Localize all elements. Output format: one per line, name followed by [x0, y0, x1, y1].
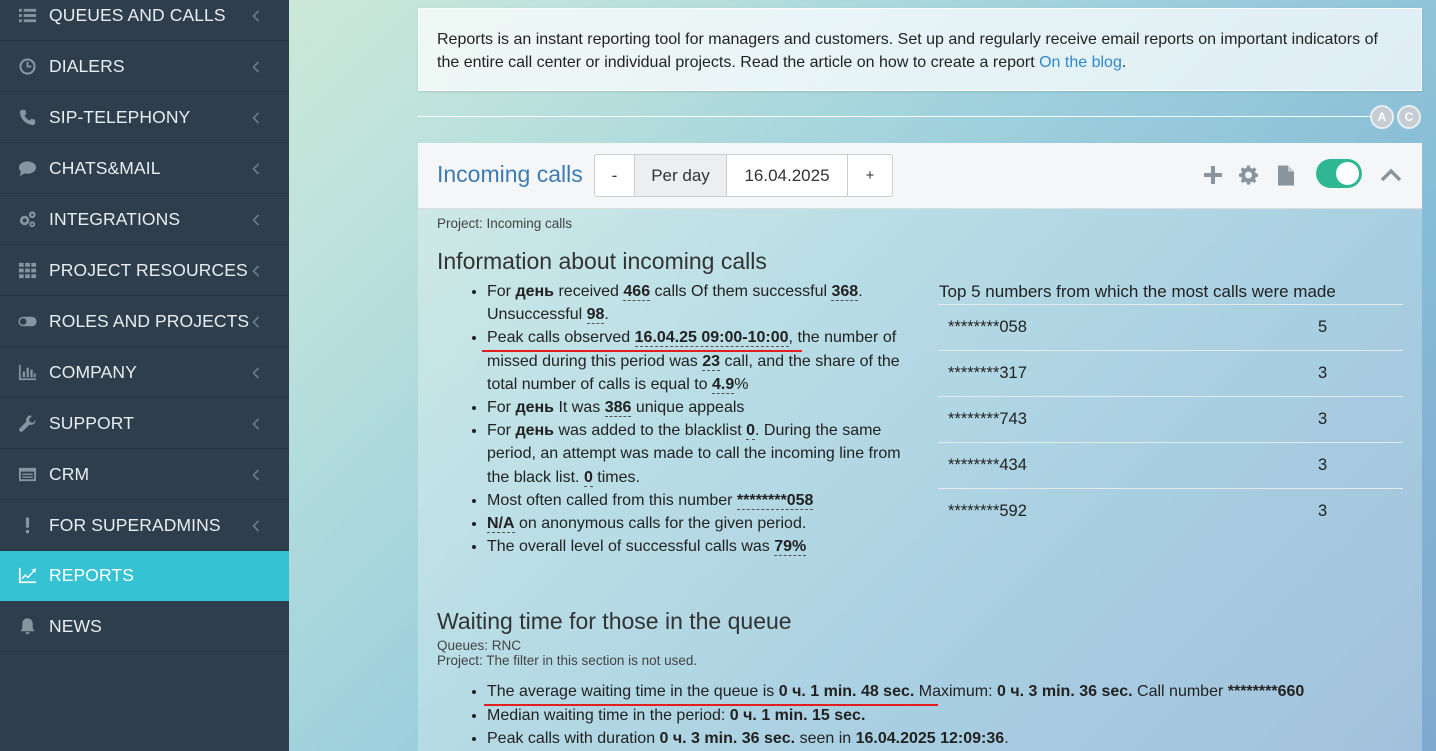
sidebar-item-label: SIP-TELEPHONY — [49, 107, 191, 127]
report-toggle[interactable] — [1316, 159, 1362, 188]
waiting-stats-list: The average waiting time in the queue is… — [487, 680, 1417, 751]
list-item: The overall level of successful calls wa… — [487, 535, 907, 558]
window-icon — [17, 465, 37, 485]
sidebar-item-integrations[interactable]: INTEGRATIONS — [0, 195, 289, 245]
sidebar-item-label: ROLES AND PROJECTS — [49, 311, 250, 331]
waiting-project-label: Project: The filter in this section is n… — [437, 653, 698, 668]
chevron-left-icon — [252, 111, 262, 124]
panel-title: Incoming calls — [437, 161, 583, 187]
gears-icon — [17, 210, 37, 230]
phone-icon — [17, 108, 37, 128]
list-item: Peak calls with duration 0 ч. 3 min. 36 … — [487, 727, 1417, 751]
sidebar-item-label: FOR SUPERADMINS — [49, 515, 221, 535]
table-row: ********434 3 — [938, 442, 1403, 488]
previous-period-button[interactable]: - — [595, 155, 635, 196]
list-item: N/A on anonymous calls for the given per… — [487, 512, 907, 535]
list-item: For день received 466 calls Of them succ… — [487, 280, 907, 326]
incoming-stats-list: For день received 466 calls Of them succ… — [487, 280, 907, 558]
chevron-left-icon — [252, 366, 262, 379]
info-suffix: . — [1121, 54, 1127, 71]
bar-chart-icon — [17, 363, 37, 383]
sidebar-item-label: QUEUES AND CALLS — [49, 5, 226, 25]
circle-button-a[interactable]: A — [1370, 105, 1394, 129]
project-label: Project: Incoming calls — [437, 216, 573, 231]
wrench-icon — [17, 414, 37, 434]
sidebar-item-queues-and-calls[interactable]: QUEUES AND CALLS — [0, 0, 289, 41]
chevron-left-icon — [252, 264, 262, 277]
period-selector: - Per day 16.04.2025 + — [594, 154, 893, 197]
clock-icon — [17, 57, 37, 77]
chevron-up-icon[interactable] — [1380, 164, 1402, 186]
list-item: Median waiting time in the period: 0 ч. … — [487, 704, 1417, 728]
chevron-left-icon — [252, 468, 262, 481]
line-chart-icon — [17, 566, 37, 586]
chevron-left-icon — [252, 519, 262, 532]
sidebar-item-project-resources[interactable]: PROJECT RESOURCES — [0, 246, 289, 296]
sidebar-item-sip-telephony[interactable]: SIP-TELEPHONY — [0, 93, 289, 143]
chevron-left-icon — [252, 417, 262, 430]
section-divider — [418, 116, 1378, 117]
table-row: ********317 3 — [938, 350, 1403, 396]
sidebar-item-company[interactable]: COMPANY — [0, 348, 289, 398]
chevron-left-icon — [252, 162, 262, 175]
sidebar-item-reports[interactable]: REPORTS — [0, 551, 289, 601]
period-select[interactable]: Per day — [635, 155, 727, 196]
sidebar-item-dialers[interactable]: DIALERS — [0, 42, 289, 92]
exclamation-icon — [17, 516, 37, 536]
sidebar-item-crm[interactable]: CRM — [0, 450, 289, 500]
sidebar-item-label: COMPANY — [49, 362, 137, 382]
circle-button-c[interactable]: C — [1397, 105, 1421, 129]
chevron-left-icon — [252, 315, 262, 328]
report-panel: Incoming calls - Per day 16.04.2025 + Pr… — [418, 143, 1422, 751]
sidebar-item-roles-and-projects[interactable]: ROLES AND PROJECTS — [0, 297, 289, 347]
toggle-knob — [1336, 162, 1359, 185]
chat-icon — [17, 159, 37, 179]
list-item: For день It was 386 unique appeals — [487, 396, 907, 419]
list-icon — [17, 6, 37, 26]
date-field[interactable]: 16.04.2025 — [727, 155, 848, 196]
red-underline-peak — [482, 350, 802, 352]
sidebar-item-label: CHATS&MAIL — [49, 158, 161, 178]
list-item: Most often called from this number *****… — [487, 489, 907, 512]
add-icon[interactable] — [1202, 164, 1224, 186]
queues-label: Queues: RNC — [437, 638, 522, 653]
gear-icon[interactable] — [1238, 164, 1260, 186]
info-banner: Reports is an instant reporting tool for… — [418, 8, 1422, 91]
sidebar-item-label: CRM — [49, 464, 90, 484]
sidebar-item-label: DIALERS — [49, 56, 125, 76]
sidebar-item-label: PROJECT RESOURCES — [49, 260, 248, 280]
red-underline-average — [484, 704, 938, 706]
sidebar-item-news[interactable]: NEWS — [0, 602, 289, 652]
table-row: ********058 5 — [938, 304, 1403, 350]
list-item: Peak calls observed 16.04.25 09:00-10:00… — [487, 326, 907, 396]
toggle-icon — [17, 312, 37, 332]
info-text: Reports is an instant reporting tool for… — [437, 31, 1378, 71]
sidebar-item-for-superadmins[interactable]: FOR SUPERADMINS — [0, 501, 289, 551]
table-row: ********592 3 — [938, 488, 1403, 534]
chevron-left-icon — [252, 213, 262, 226]
panel-header: Incoming calls - Per day 16.04.2025 + — [418, 143, 1422, 209]
next-period-button[interactable]: + — [848, 155, 892, 196]
list-item: For день was added to the blacklist 0. D… — [487, 419, 907, 489]
sidebar-item-chats-mail[interactable]: CHATS&MAIL — [0, 144, 289, 194]
sidebar-item-label: REPORTS — [49, 565, 134, 585]
chevron-left-icon — [252, 60, 262, 73]
sidebar-item-support[interactable]: SUPPORT — [0, 399, 289, 449]
top5-title: Top 5 numbers from which the most calls … — [939, 282, 1336, 301]
waiting-section-title: Waiting time for those in the queue — [437, 608, 792, 634]
chevron-left-icon — [252, 9, 262, 22]
list-item: The average waiting time in the queue is… — [487, 680, 1417, 704]
sidebar-item-label: INTEGRATIONS — [49, 209, 181, 229]
blog-link[interactable]: On the blog — [1039, 54, 1122, 71]
sidebar-item-label: NEWS — [49, 616, 102, 636]
grid-icon — [17, 261, 37, 281]
sidebar: QUEUES AND CALLS DIALERS SIP-TELEPHONY C… — [0, 0, 289, 751]
incoming-section-title: Information about incoming calls — [437, 248, 767, 274]
table-row: ********743 3 — [938, 396, 1403, 442]
sidebar-item-label: SUPPORT — [49, 413, 134, 433]
top5-table: ********058 5 ********317 3 ********743 3 *… — [938, 304, 1403, 534]
bell-icon — [17, 617, 37, 637]
document-icon[interactable] — [1275, 164, 1297, 186]
